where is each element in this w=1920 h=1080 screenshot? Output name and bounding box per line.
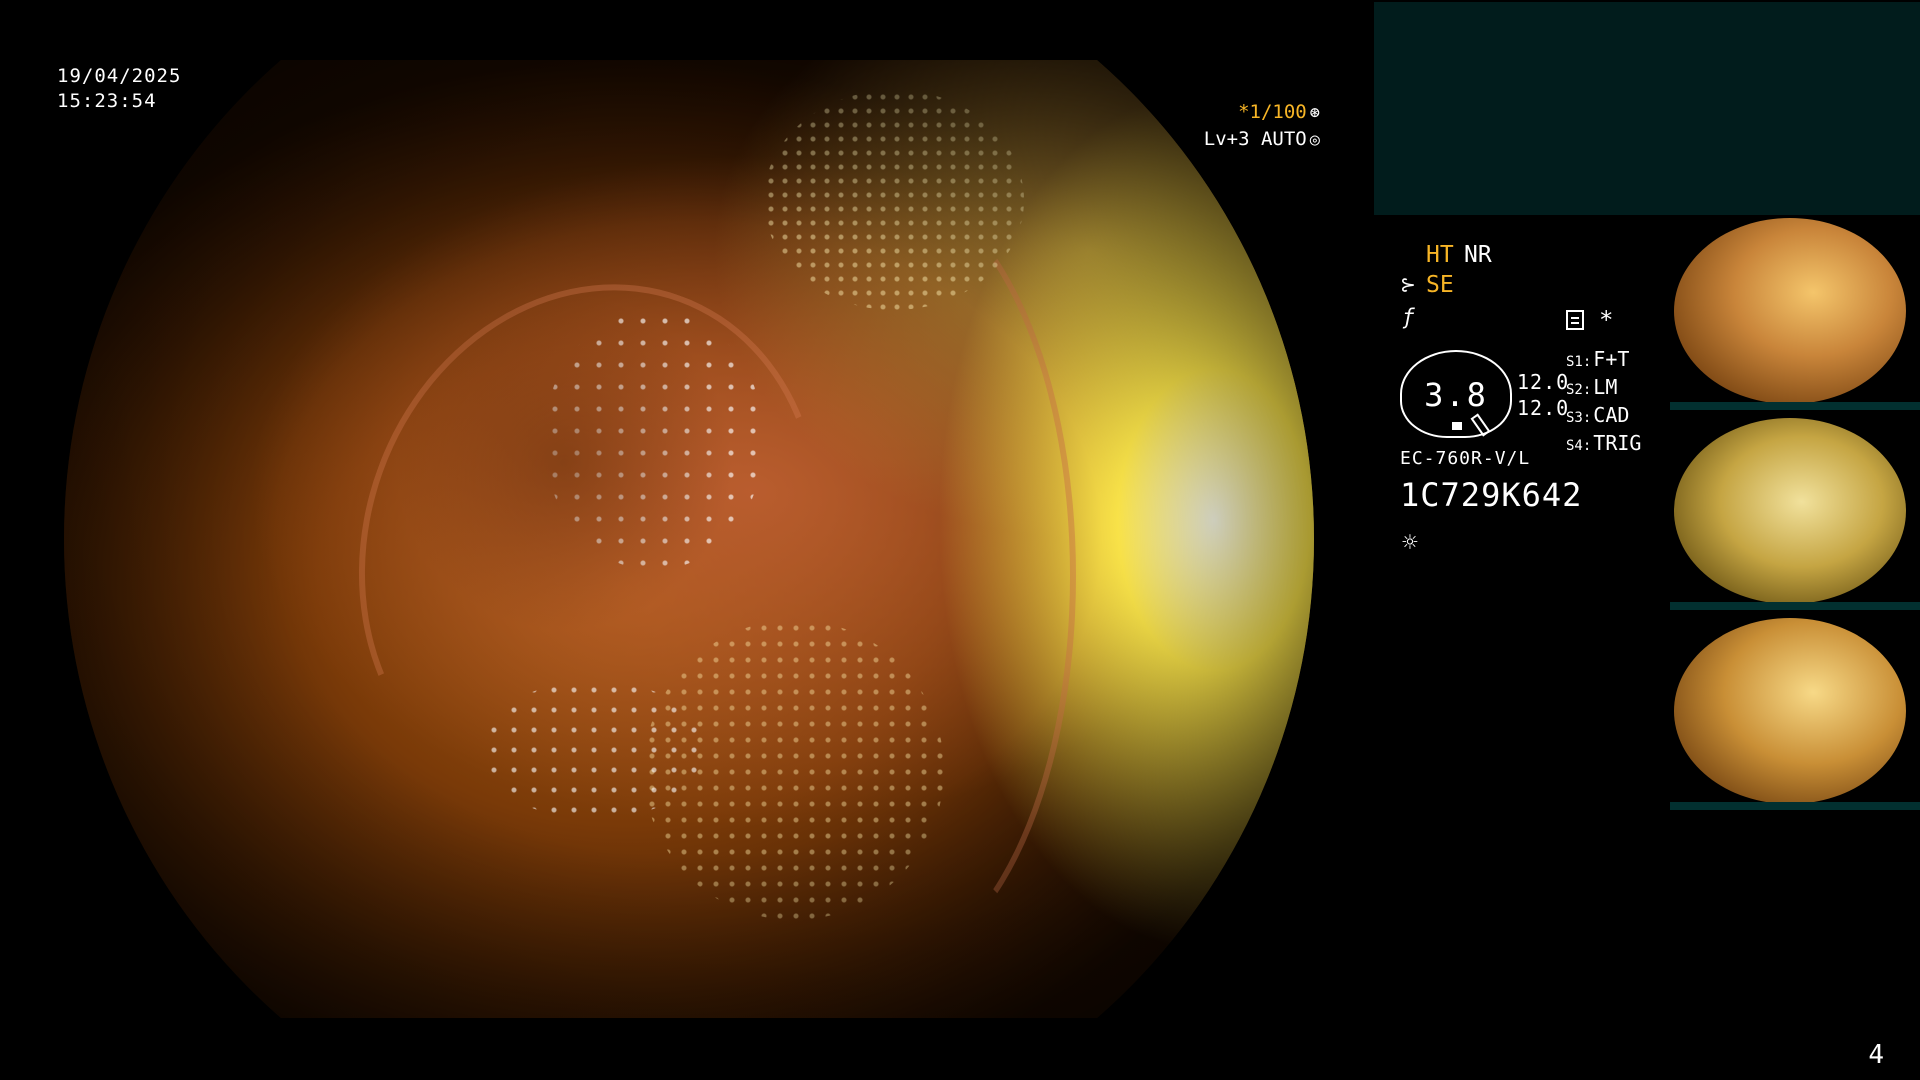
structure-enhance-icon: ⊱ (1400, 274, 1416, 296)
ratio-value-1: 12.0 (1517, 370, 1570, 394)
endoscopic-image (64, 60, 1314, 1018)
thumbnail-bar (1670, 802, 1920, 810)
thumbnail-bar (1670, 402, 1920, 410)
switch-s2: S2: LM (1566, 375, 1618, 399)
bubble-cluster (644, 620, 944, 920)
scope-switch-list: S1: F+T S2: LM S3: CAD S4: TRIG (1566, 347, 1641, 459)
nr-indicator: NR (1464, 242, 1492, 268)
brightness-level: Lv+3 AUTO (1203, 128, 1307, 150)
ht-indicator: HT (1426, 242, 1454, 268)
patient-info-box (1374, 2, 1920, 215)
bubble-cluster (764, 90, 1024, 310)
shutter-speed: *1/100 (1238, 101, 1307, 123)
dial-needle (1470, 413, 1491, 437)
iris-auto-icon: ◎ (1309, 130, 1320, 150)
ratio-value-2: 12.0 (1517, 396, 1570, 420)
aperture-icon: ⊛ (1309, 103, 1320, 123)
light-source-icon: ☼ (1402, 528, 1418, 558)
date-text: 19/04/2025 (57, 65, 182, 87)
specular-highlights (544, 310, 764, 570)
thumbnail-capture-2[interactable] (1670, 416, 1920, 614)
se-indicator: SE (1426, 272, 1454, 298)
freeze-icon: ƒ (1402, 305, 1415, 329)
switch-s4: S4: TRIG (1566, 431, 1642, 455)
scope-serial: 1C729K642 (1400, 476, 1583, 514)
thumbnail-capture-1[interactable] (1670, 216, 1920, 414)
zoom-dial: 3.8 (1400, 350, 1512, 438)
mucosal-fold (286, 218, 894, 874)
scope-model: EC-760R-V/L (1400, 448, 1531, 469)
zoom-value: 3.8 (1424, 376, 1488, 414)
mucosal-fold (684, 180, 1076, 972)
memo-icon (1566, 310, 1584, 330)
endoscopy-screen: 19/04/2025 15:23:54 *1/100 ⊛ Lv+3 AUTO ◎ H… (0, 0, 1920, 1080)
time-text: 15:23:54 (57, 90, 157, 112)
thumbnail-capture-3[interactable] (1670, 616, 1920, 814)
datetime-overlay: 19/04/2025 15:23:54 (57, 64, 181, 114)
page-number: 4 (1868, 1040, 1884, 1070)
thumbnail-image (1674, 418, 1906, 604)
asterisk-indicator: * (1599, 306, 1614, 334)
thumbnail-image (1674, 618, 1906, 804)
exposure-readout: *1/100 ⊛ Lv+3 AUTO ◎ (1204, 99, 1320, 153)
specular-highlights (484, 680, 704, 820)
switch-s1: S1: F+T (1566, 347, 1630, 371)
switch-s3: S3: CAD (1566, 403, 1630, 427)
dial-marker (1452, 422, 1462, 430)
thumbnail-image (1674, 218, 1906, 404)
thumbnail-bar (1670, 602, 1920, 610)
